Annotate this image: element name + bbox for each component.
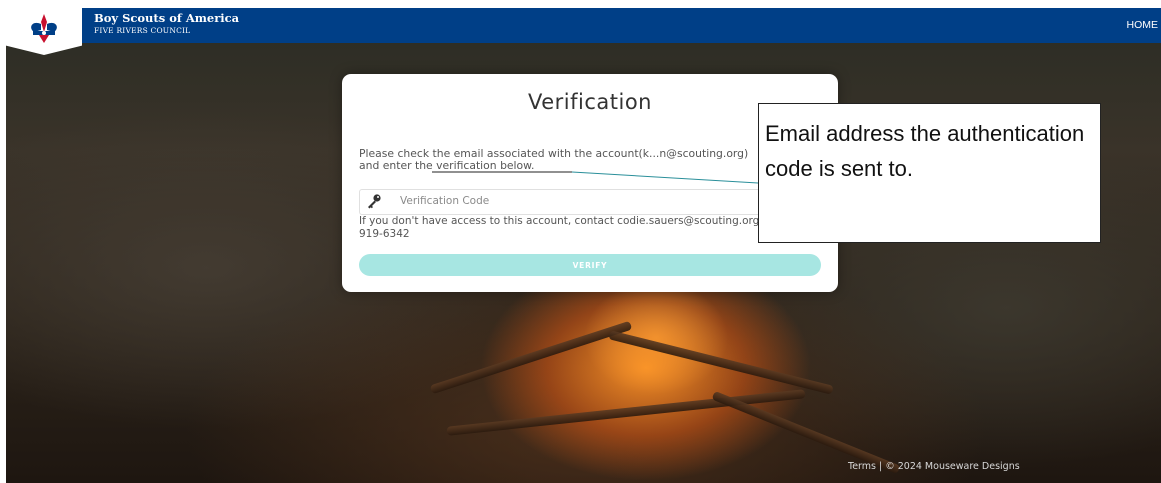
- annotation-callout: Email address the authentication code is…: [758, 103, 1101, 243]
